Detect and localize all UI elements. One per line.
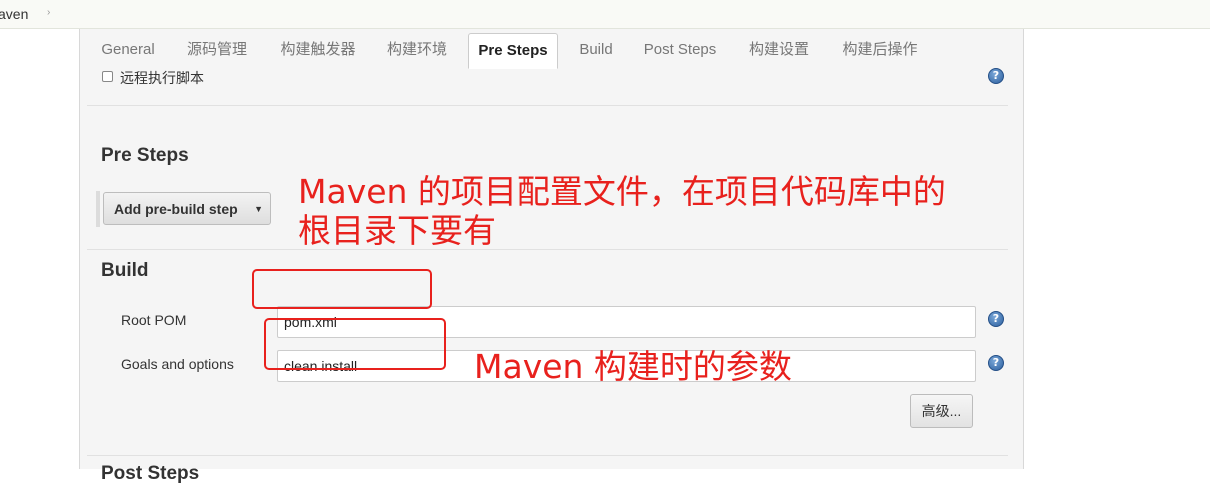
- goals-help-icon[interactable]: ?: [988, 355, 1004, 371]
- tab-source-management[interactable]: 源码管理: [178, 33, 256, 66]
- help-icon[interactable]: ?: [988, 68, 1004, 84]
- left-gutter: [0, 29, 79, 464]
- add-pre-build-step-label: Add pre-build step: [114, 201, 238, 217]
- tab-pre-steps[interactable]: Pre Steps: [468, 33, 558, 69]
- remote-script-checkbox[interactable]: [102, 71, 113, 82]
- tab-general[interactable]: General: [91, 33, 165, 66]
- post-steps-title: Post Steps: [101, 463, 200, 484]
- root-pom-label: Root POM: [121, 312, 187, 328]
- chevron-down-icon: ▼: [254, 204, 263, 214]
- tab-build-triggers[interactable]: 构建触发器: [270, 33, 366, 66]
- pre-steps-title: Pre Steps: [101, 145, 189, 166]
- breadcrumb-arrow-icon[interactable]: ›: [47, 7, 50, 18]
- goals-label: Goals and options: [121, 356, 234, 372]
- section-divider: [87, 249, 1008, 250]
- build-title: Build: [101, 260, 149, 281]
- tab-post-steps[interactable]: Post Steps: [636, 33, 724, 66]
- tab-build-environment[interactable]: 构建环境: [378, 33, 456, 66]
- advanced-button[interactable]: 高级...: [910, 394, 973, 428]
- tab-build[interactable]: Build: [570, 33, 622, 66]
- annotation-pom-line1: Maven 的项目配置文件，在项目代码库中的: [298, 172, 946, 211]
- breadcrumb-item[interactable]: aven: [0, 6, 28, 22]
- add-pre-build-step-button[interactable]: Add pre-build step ▼: [103, 192, 271, 225]
- section-divider: [87, 105, 1008, 106]
- section-divider: [87, 455, 1008, 456]
- job-config-panel: General 源码管理 构建触发器 构建环境 Pre Steps Build …: [79, 29, 1024, 484]
- tab-build-settings[interactable]: 构建设置: [740, 33, 818, 66]
- config-tabs: General 源码管理 构建触发器 构建环境 Pre Steps Build …: [80, 29, 1023, 69]
- step-drag-bar: [96, 191, 100, 227]
- breadcrumb-bar: aven ›: [0, 0, 1210, 29]
- remote-script-label: 远程执行脚本: [120, 70, 204, 86]
- root-pom-help-icon[interactable]: ?: [988, 311, 1004, 327]
- right-blank-area: [1023, 29, 1210, 464]
- annotation-goals: Maven 构建时的参数: [474, 347, 792, 386]
- root-pom-highlight-box: [252, 269, 432, 309]
- tab-post-build-actions[interactable]: 构建后操作: [832, 33, 928, 66]
- annotation-pom-line2: 根目录下要有: [298, 211, 496, 250]
- goals-highlight-box: [264, 318, 446, 370]
- config-content: 远程执行脚本 ? Pre Steps Add pre-build step ▼ …: [80, 67, 1023, 484]
